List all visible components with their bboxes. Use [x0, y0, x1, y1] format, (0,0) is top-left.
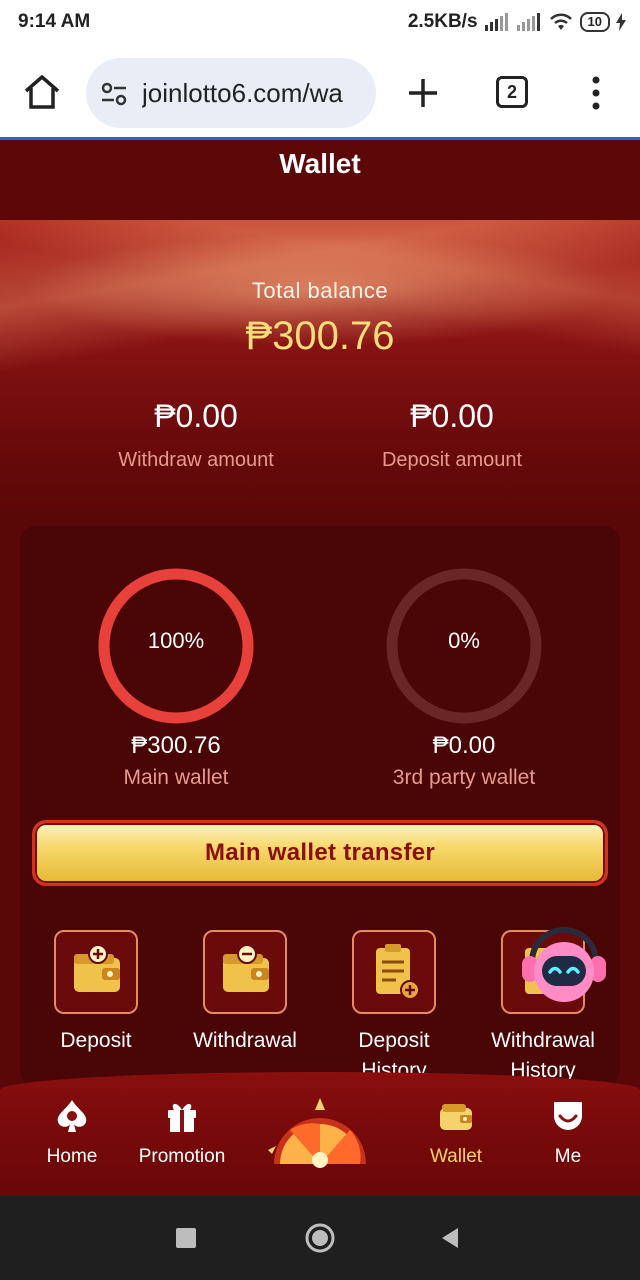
back-triangle-icon[interactable] [438, 1226, 462, 1250]
tab-switcher-button[interactable]: 2 [496, 76, 528, 108]
wallet-icon [440, 1104, 472, 1130]
profile-face-icon [554, 1102, 582, 1130]
withdraw-amount: ₱0.00 Withdraw amount [66, 398, 326, 472]
main-wallet-ring: 100% [96, 566, 256, 726]
signal-icon-2 [516, 13, 540, 31]
nav-me[interactable]: Me [508, 1096, 628, 1168]
main-wallet-value: ₱300.76 [131, 732, 221, 759]
third-party-wallet-ring: 0% [384, 566, 544, 726]
withdraw-wallet-icon[interactable] [203, 930, 287, 1014]
site-settings-icon[interactable] [100, 80, 128, 108]
lucky-wheel-icon[interactable] [262, 1090, 378, 1182]
recents-button[interactable] [176, 1228, 196, 1248]
withdrawal-action[interactable]: Withdrawal [175, 930, 315, 1056]
more-menu-icon[interactable] [584, 74, 608, 112]
nav-home[interactable]: Home [12, 1096, 132, 1168]
app-header: Wallet [0, 140, 640, 220]
support-robot-icon[interactable] [514, 916, 614, 1016]
nav-home-label: Home [46, 1146, 98, 1167]
status-bar: 9:14 AM 2.5KB/s 10 [0, 0, 640, 44]
status-right: 2.5KB/s 10 [408, 11, 626, 33]
main-wallet-info: ₱300.76 Main wallet [46, 732, 306, 790]
main-wallet-transfer-button[interactable]: Main wallet transfer [32, 820, 608, 886]
main-wallet-label: Main wallet [123, 766, 229, 789]
url-text[interactable]: joinlotto6.com/wa [142, 78, 366, 109]
deposit-wallet-icon[interactable] [54, 930, 138, 1014]
page-title: Wallet [279, 148, 361, 179]
nav-promotion[interactable]: Promotion [122, 1096, 242, 1168]
withdraw-amount-value: ₱0.00 [154, 398, 238, 434]
status-time: 9:14 AM [18, 11, 91, 32]
third-party-wallet-label: 3rd party wallet [392, 766, 536, 789]
third-party-wallet-percent: 0% [448, 628, 480, 653]
deposit-history-icon[interactable] [352, 930, 436, 1014]
withdrawal-action-label: Withdrawal [193, 1029, 297, 1052]
wallet-page: 9:14 AM 2.5KB/s 10 joinlotto6.com/wa 2 W… [0, 0, 640, 1280]
deposit-action-label: Deposit [60, 1029, 132, 1052]
bottom-navigation: Home Promotion Wallet Me [0, 1072, 640, 1196]
nav-promotion-label: Promotion [138, 1146, 226, 1167]
browser-toolbar: joinlotto6.com/wa 2 [0, 44, 640, 140]
balance-banner: Total balance ₱300.76 ₱0.00 Withdraw amo… [0, 220, 640, 510]
total-balance-label: Total balance [251, 278, 389, 303]
new-tab-icon[interactable] [404, 74, 442, 112]
network-speed: 2.5KB/s [407, 11, 478, 32]
deposit-amount-value: ₱0.00 [410, 398, 494, 434]
deposit-action[interactable]: Deposit [26, 930, 166, 1056]
nav-wallet-label: Wallet [429, 1146, 483, 1167]
deposit-history-action[interactable]: Deposit History [324, 930, 464, 1086]
third-party-wallet-value: ₱0.00 [432, 732, 496, 759]
nav-me-label: Me [554, 1146, 582, 1167]
deposit-amount-label: Deposit amount [381, 449, 523, 471]
total-balance-value: ₱300.76 [245, 314, 395, 358]
nav-wallet[interactable]: Wallet [396, 1096, 516, 1168]
charging-icon [616, 13, 626, 31]
deposit-amount: ₱0.00 Deposit amount [322, 398, 582, 472]
wifi-icon [549, 13, 572, 30]
signal-icon [484, 13, 508, 31]
spade-icon [57, 1100, 87, 1132]
third-party-wallet-info: ₱0.00 3rd party wallet [334, 732, 594, 790]
battery-icon: 10 [579, 12, 610, 32]
address-bar[interactable]: joinlotto6.com/wa [86, 58, 376, 128]
home-circle-icon[interactable] [304, 1222, 336, 1254]
main-wallet-percent: 100% [147, 628, 205, 653]
home-icon[interactable] [22, 72, 62, 112]
gift-icon [168, 1103, 196, 1132]
withdraw-amount-label: Withdraw amount [118, 449, 274, 471]
system-navigation-bar [0, 1196, 640, 1280]
